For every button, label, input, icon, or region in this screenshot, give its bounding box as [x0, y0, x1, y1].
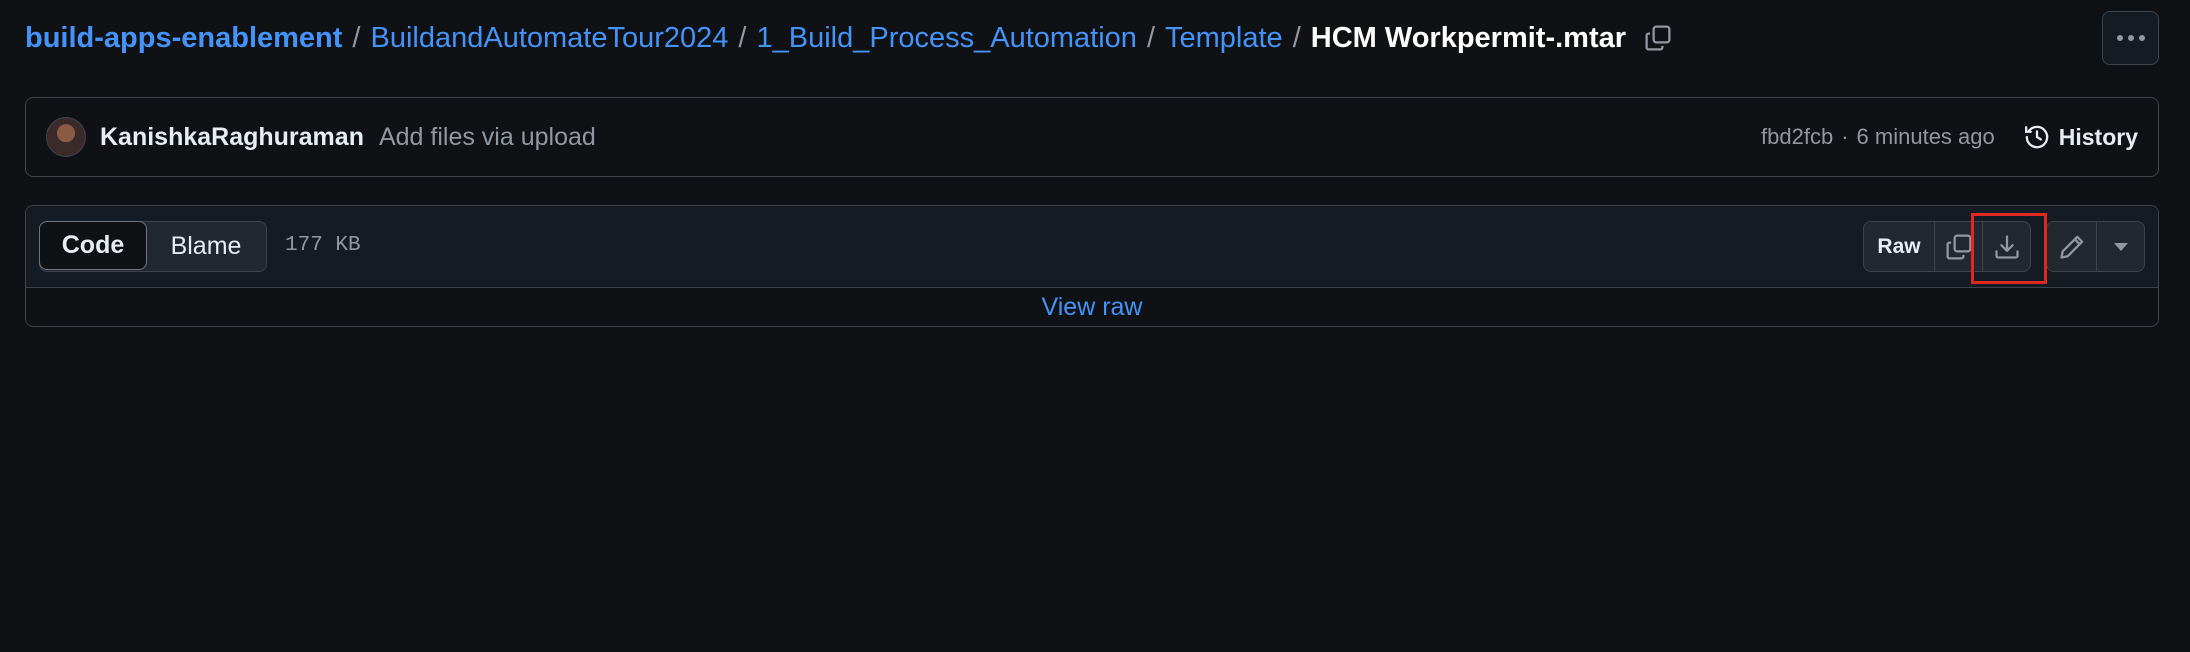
breadcrumb-repo-link[interactable]: build-apps-enablement — [25, 22, 342, 55]
edit-actions-group — [2046, 221, 2145, 272]
code-tab[interactable]: Code — [39, 221, 147, 270]
breadcrumb-folder-link[interactable]: Template — [1165, 22, 1283, 55]
history-icon — [2024, 125, 2049, 149]
avatar[interactable] — [46, 117, 86, 157]
breadcrumb: build-apps-enablement / BuildandAutomate… — [25, 18, 1676, 58]
breadcrumb-separator: / — [1146, 21, 1156, 54]
breadcrumb-folder-link[interactable]: BuildandAutomateTour2024 — [370, 22, 728, 55]
copy-icon — [1645, 25, 1671, 51]
breadcrumb-separator: / — [1292, 21, 1301, 54]
history-label: History — [2058, 123, 2138, 150]
download-raw-button[interactable] — [1982, 222, 2030, 271]
kebab-horizontal-icon — [2116, 35, 2145, 41]
pencil-icon — [2059, 235, 2083, 259]
latest-commit-box: KanishkaRaghuraman Add files via upload … — [25, 97, 2159, 177]
copy-icon — [1945, 233, 1972, 260]
commit-sha[interactable]: fbd2fcb — [1761, 124, 1833, 150]
raw-button[interactable]: Raw — [1864, 222, 1934, 271]
copy-raw-button[interactable] — [1934, 222, 1982, 271]
blame-tab[interactable]: Blame — [146, 222, 266, 271]
view-mode-toggle: Code Blame — [39, 221, 267, 272]
triangle-down-icon — [2113, 242, 2128, 251]
history-button[interactable]: History — [2023, 123, 2138, 151]
commit-separator: · — [1841, 124, 1849, 149]
breadcrumb-folder-link[interactable]: 1_Build_Process_Automation — [756, 22, 1136, 55]
file-actions-group: Raw — [1863, 221, 2031, 272]
file-size: 177 KB — [285, 234, 361, 257]
file-header: Code Blame 177 KB Raw — [26, 206, 2158, 288]
copy-path-button[interactable] — [1640, 20, 1676, 56]
view-raw-row: View raw — [26, 288, 2158, 326]
file-page: build-apps-enablement / BuildandAutomate… — [0, 0, 2190, 652]
breadcrumb-separator: / — [352, 21, 361, 54]
commit-meta: fbd2fcb · 6 minutes ago History — [1761, 123, 2138, 151]
commit-time: 6 minutes ago — [1856, 124, 1995, 149]
breadcrumb-file-name: HCM Workpermit-.mtar — [1310, 21, 1627, 54]
more-edit-options-button[interactable] — [2096, 222, 2144, 271]
commit-author[interactable]: KanishkaRaghuraman — [100, 123, 364, 152]
breadcrumb-separator: / — [738, 21, 747, 54]
more-options-button[interactable] — [2102, 11, 2159, 65]
file-view-box: Code Blame 177 KB Raw View raw — [25, 205, 2159, 327]
edit-file-button[interactable] — [2047, 222, 2096, 271]
view-raw-link[interactable]: View raw — [1042, 293, 1143, 322]
download-icon — [1994, 234, 2019, 259]
commit-message[interactable]: Add files via upload — [379, 123, 596, 152]
